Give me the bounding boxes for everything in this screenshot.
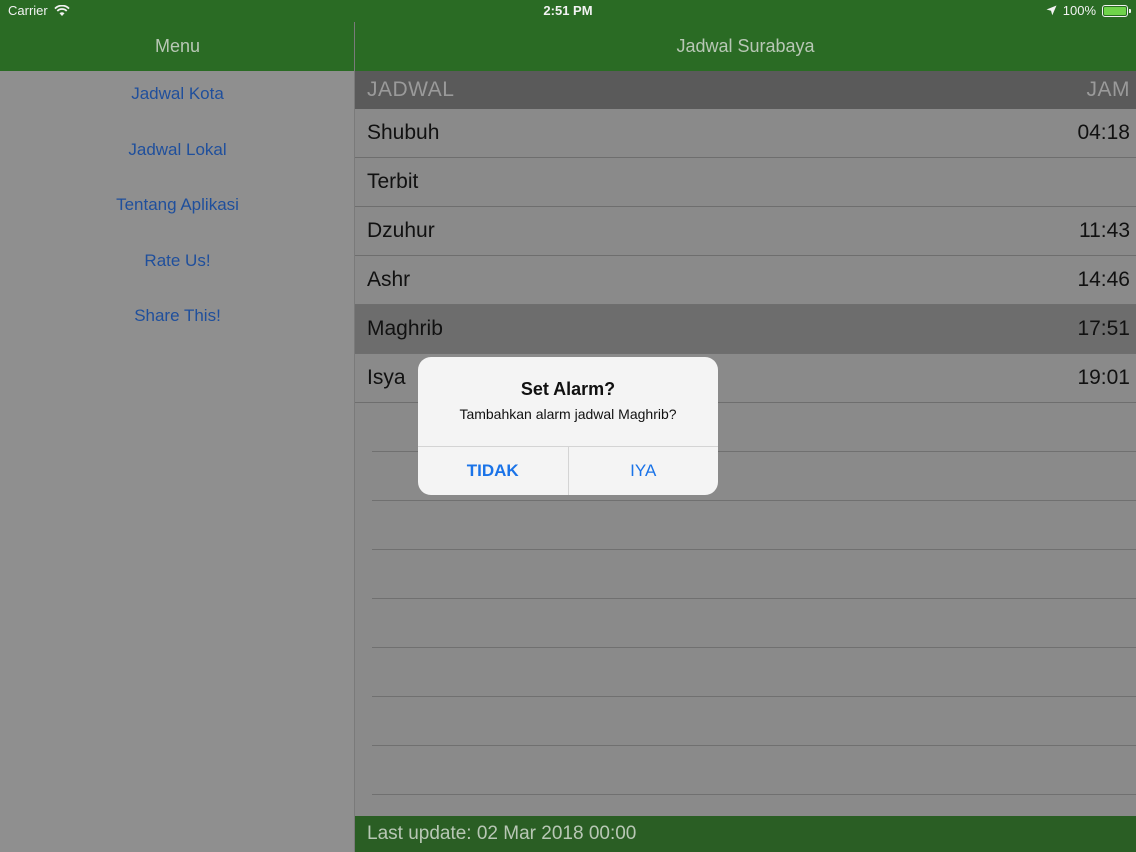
row-time: 11:43 xyxy=(1079,219,1130,242)
row-name: Maghrib xyxy=(367,317,443,340)
sidebar-item-jadwal-kota[interactable]: Jadwal Kota xyxy=(0,71,355,127)
table-row-shubuh[interactable]: Shubuh 04:18 xyxy=(355,109,1136,158)
status-right-group: 100% xyxy=(1046,3,1131,18)
dialog-title: Set Alarm? xyxy=(520,379,616,399)
row-time: 19:01 xyxy=(1077,366,1130,389)
empty-row xyxy=(372,746,1136,795)
battery-percent: 100% xyxy=(1062,3,1096,18)
sidebar-item-jadwal-lokal[interactable]: Jadwal Lokal xyxy=(0,127,355,183)
status-bar: Carrier 2:51 PM 100% xyxy=(0,0,1136,22)
row-time: 17:51 xyxy=(1077,317,1130,340)
clock: 2:51 PM xyxy=(543,3,593,18)
dialog-message: Tambahkan alarm jadwal Maghrib? xyxy=(459,406,677,422)
sidebar-item-tentang-aplikasi[interactable]: Tentang Aplikasi xyxy=(0,182,355,238)
row-time: 14:46 xyxy=(1077,268,1130,291)
empty-row xyxy=(372,501,1136,550)
sidebar: Menu Jadwal Kota Jadwal Lokal Tentang Ap… xyxy=(0,22,355,852)
page-title: Jadwal Surabaya xyxy=(676,36,815,56)
empty-row xyxy=(372,648,1136,697)
row-name: Terbit xyxy=(367,170,419,193)
cancel-button[interactable]: TIDAK xyxy=(418,447,569,495)
row-name: Ashr xyxy=(367,268,411,291)
row-name: Shubuh xyxy=(367,121,440,144)
row-name: Isya xyxy=(367,366,406,389)
table-row-ashr[interactable]: Ashr 14:46 xyxy=(355,256,1136,305)
table-header: JADWAL JAM xyxy=(355,71,1136,109)
row-time: 04:18 xyxy=(1077,121,1130,144)
table-row-dzuhur[interactable]: Dzuhur 11:43 xyxy=(355,207,1136,256)
main-navbar: Jadwal Surabaya xyxy=(355,22,1136,71)
confirm-button[interactable]: IYA xyxy=(569,447,719,495)
location-arrow-icon xyxy=(1046,5,1057,16)
last-update-text: Last update: 02 Mar 2018 00:00 xyxy=(367,823,637,844)
sidebar-title: Menu xyxy=(154,36,201,56)
empty-row xyxy=(372,550,1136,599)
row-name: Dzuhur xyxy=(367,219,435,242)
last-update-footer: Last update: 02 Mar 2018 00:00 xyxy=(355,816,1136,852)
table-row-terbit[interactable]: Terbit xyxy=(355,158,1136,207)
header-jadwal: JADWAL xyxy=(367,78,455,101)
empty-row xyxy=(372,697,1136,746)
battery-icon xyxy=(1102,4,1131,17)
sidebar-item-share-this[interactable]: Share This! xyxy=(0,293,355,349)
header-jam: JAM xyxy=(1086,78,1130,101)
set-alarm-dialog: Set Alarm? Tambahkan alarm jadwal Maghri… xyxy=(418,357,718,495)
sidebar-navbar: Menu xyxy=(0,22,355,71)
empty-row xyxy=(372,599,1136,648)
dialog-buttons: TIDAK IYA xyxy=(418,446,718,495)
table-row-maghrib[interactable]: Maghrib 17:51 xyxy=(355,305,1136,354)
sidebar-item-rate-us[interactable]: Rate Us! xyxy=(0,238,355,294)
